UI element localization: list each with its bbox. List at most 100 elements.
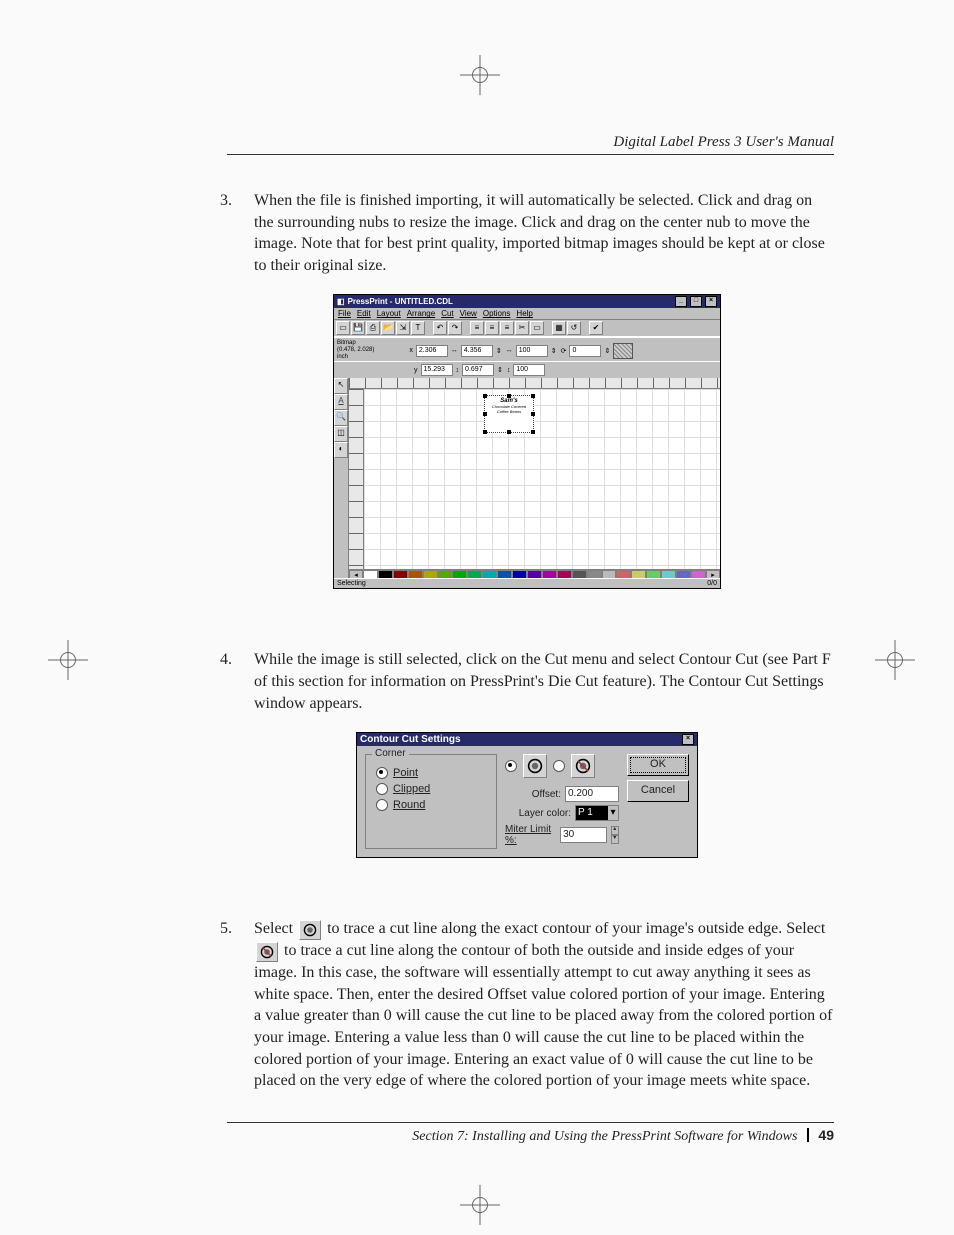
swatch[interactable] — [661, 570, 676, 578]
swatch[interactable] — [408, 570, 423, 578]
menu-cut[interactable]: Cut — [441, 309, 453, 318]
miter-spinner[interactable]: ▴▾ — [611, 826, 619, 844]
trace-both-icon[interactable] — [571, 754, 595, 778]
print-icon[interactable]: ⎙ — [366, 321, 380, 335]
text-tool-icon[interactable]: A — [334, 394, 348, 410]
swatch[interactable] — [572, 570, 587, 578]
menu-file[interactable]: File — [338, 309, 351, 318]
radio-icon — [376, 767, 388, 779]
corner-point-radio[interactable]: Point — [376, 767, 486, 779]
text-icon[interactable]: T — [411, 321, 425, 335]
swatch[interactable] — [616, 570, 631, 578]
menu-layout[interactable]: Layout — [377, 309, 401, 318]
swatch[interactable] — [393, 570, 408, 578]
horizontal-ruler — [349, 378, 720, 389]
swatch[interactable] — [602, 570, 617, 578]
layer-color-combo[interactable]: P 1 ▾ — [575, 805, 619, 821]
rot-field[interactable]: 0 — [569, 345, 601, 357]
property-row: Bitmap (0.478, 2.028) inch x 2.306 ↔ 4.3… — [334, 337, 720, 363]
h-field[interactable]: 0.697 — [462, 364, 494, 376]
ok-button[interactable]: OK — [627, 754, 689, 776]
imported-bitmap[interactable]: Sam's Chocolate Covered Coffee Beans — [484, 395, 534, 433]
maximize-button[interactable]: □ — [690, 296, 702, 307]
tool-a-icon[interactable]: ▦ — [552, 321, 566, 335]
scroll-left-icon[interactable]: ◂ — [349, 570, 363, 578]
page-number: 49 — [818, 1127, 834, 1143]
corner-round-radio[interactable]: Round — [376, 799, 486, 811]
obj-coords: (0.478, 2.028) — [337, 347, 374, 354]
cancel-button[interactable]: Cancel — [627, 780, 689, 802]
swatch[interactable] — [676, 570, 691, 578]
swatch[interactable] — [452, 570, 467, 578]
align-center-icon[interactable]: ≡ — [485, 321, 499, 335]
redo-icon[interactable]: ↷ — [448, 321, 462, 335]
dialog-title: Contour Cut Settings — [360, 734, 461, 745]
swatch[interactable] — [542, 570, 557, 578]
obj-unit: inch — [337, 354, 374, 361]
shape-tool-icon[interactable]: ◫ — [334, 426, 348, 442]
swatch[interactable] — [646, 570, 661, 578]
swatch[interactable] — [512, 570, 527, 578]
corner-legend: Corner — [372, 748, 409, 759]
swatch[interactable] — [527, 570, 542, 578]
swatch[interactable] — [363, 570, 378, 578]
fill-tool-icon[interactable]: ◐ — [334, 442, 348, 458]
status-right: 0/0 — [707, 580, 717, 587]
swatch[interactable] — [691, 570, 706, 578]
x-field[interactable]: 2.306 — [416, 345, 448, 357]
step-number: 5. — [220, 918, 254, 1092]
minimize-button[interactable]: _ — [675, 296, 687, 307]
swatch[interactable] — [557, 570, 572, 578]
swatch[interactable] — [631, 570, 646, 578]
swatch[interactable] — [378, 570, 393, 578]
menu-help[interactable]: Help — [516, 309, 532, 318]
cut-icon[interactable]: ✂ — [515, 321, 529, 335]
miter-input[interactable]: 30 — [560, 827, 606, 843]
open-icon[interactable]: 📂 — [381, 321, 395, 335]
save-icon[interactable]: 💾 — [351, 321, 365, 335]
pointer-tool-icon[interactable]: ↖ — [334, 378, 348, 394]
import-icon[interactable]: ⇲ — [396, 321, 410, 335]
sw-field[interactable]: 100 — [516, 345, 548, 357]
w-field[interactable]: 4.356 — [461, 345, 493, 357]
close-button[interactable]: × — [705, 296, 717, 307]
zoom-tool-icon[interactable]: 🔍 — [334, 410, 348, 426]
swatch[interactable] — [587, 570, 602, 578]
undo-icon[interactable]: ↶ — [433, 321, 447, 335]
menu-arrange[interactable]: Arrange — [407, 309, 435, 318]
swatch[interactable] — [482, 570, 497, 578]
swatch[interactable] — [497, 570, 512, 578]
y-field[interactable]: 15.293 — [421, 364, 453, 376]
align-left-icon[interactable]: ≡ — [470, 321, 484, 335]
chevron-down-icon: ▾ — [608, 806, 618, 820]
label-line3: Coffee Beans — [487, 409, 531, 414]
step-body: When the file is finished importing, it … — [254, 190, 834, 276]
new-icon[interactable]: ▭ — [336, 321, 350, 335]
swatch[interactable] — [438, 570, 453, 578]
dialog-close-button[interactable]: × — [682, 734, 694, 745]
page-icon[interactable]: ▭ — [530, 321, 544, 335]
pattern-icon[interactable] — [613, 343, 633, 359]
canvas[interactable]: Sam's Chocolate Covered Coffee Beans — [364, 389, 720, 569]
step-4: 4. While the image is still selected, cl… — [220, 649, 834, 714]
y-label: y — [413, 367, 419, 374]
corner-clipped-radio[interactable]: Clipped — [376, 783, 486, 795]
swatch[interactable] — [423, 570, 438, 578]
offset-input[interactable]: 0.200 — [565, 786, 619, 802]
menu-edit[interactable]: Edit — [357, 309, 371, 318]
trace-outside-icon[interactable] — [523, 754, 547, 778]
x-label: x — [408, 347, 414, 354]
color-swatch-bar: ◂ — [349, 569, 720, 578]
scroll-right-icon[interactable]: ▸ — [706, 570, 720, 578]
menu-view[interactable]: View — [460, 309, 477, 318]
titlebar: ◧ PressPrint - UNTITLED.CDL _ □ × — [334, 295, 720, 308]
swatch[interactable] — [467, 570, 482, 578]
trace-both-radio[interactable] — [553, 760, 565, 772]
sh-field[interactable]: 100 — [513, 364, 545, 376]
trace-both-icon — [256, 942, 278, 962]
tool-b-icon[interactable]: ↺ — [567, 321, 581, 335]
trace-outside-radio[interactable] — [505, 760, 517, 772]
align-right-icon[interactable]: ≡ — [500, 321, 514, 335]
tool-c-icon[interactable]: ✔ — [589, 321, 603, 335]
menu-options[interactable]: Options — [483, 309, 511, 318]
